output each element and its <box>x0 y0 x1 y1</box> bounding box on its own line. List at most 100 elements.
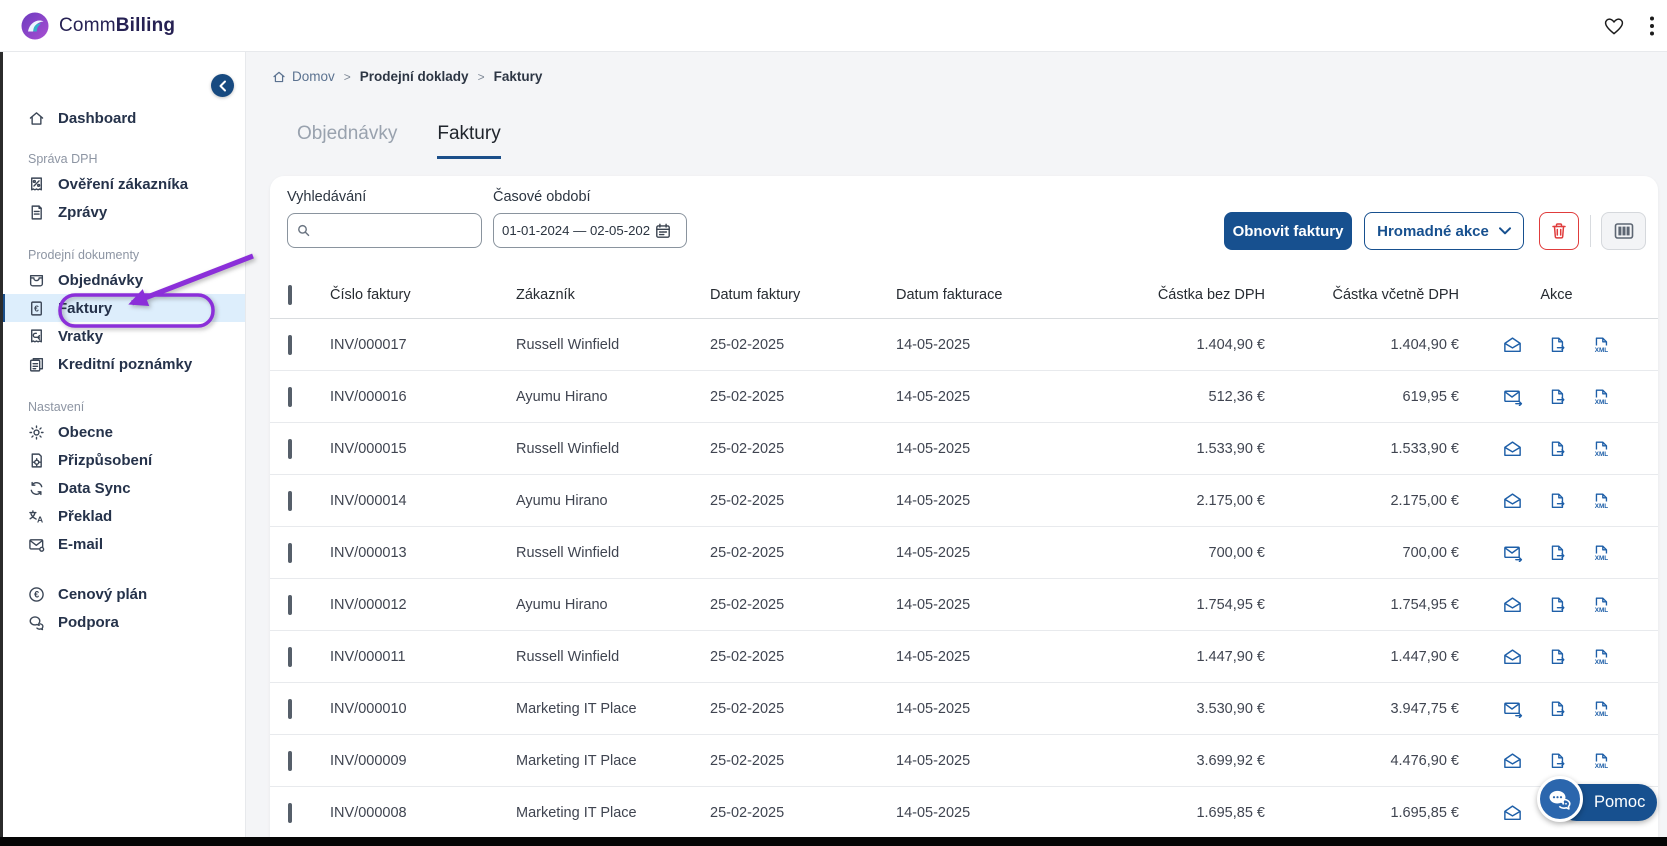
email-opened-icon[interactable] <box>1502 492 1523 510</box>
tab-objednavky[interactable]: Objednávky <box>297 123 397 159</box>
chat-bubbles-icon <box>1547 788 1573 810</box>
columns-settings-button[interactable] <box>1601 212 1646 250</box>
sidebar-item-prizpusobeni[interactable]: Přizpůsobení <box>0 446 245 474</box>
refresh-invoices-button[interactable]: Obnovit faktury <box>1224 212 1352 250</box>
email-send-icon[interactable] <box>1502 388 1523 406</box>
email-opened-icon[interactable] <box>1502 336 1523 354</box>
invoice-customer: Marketing IT Place <box>516 805 710 821</box>
email-opened-icon[interactable] <box>1502 440 1523 458</box>
export-document-icon[interactable] <box>1547 752 1567 770</box>
sidebar-item-data-sync[interactable]: Data Sync <box>0 474 245 502</box>
sidebar-item-cenovy-plan[interactable]: € Cenový plán <box>0 580 245 608</box>
xml-download-icon[interactable]: XML <box>1591 648 1611 666</box>
email-opened-icon[interactable] <box>1502 648 1523 666</box>
column-header-castka-bez-dph[interactable]: Částka bez DPH <box>1082 287 1269 303</box>
sidebar-item-dashboard[interactable]: Dashboard <box>0 104 245 132</box>
invoice-row[interactable]: INV/000017 Russell Winfield 25-02-2025 1… <box>270 319 1658 371</box>
invoice-row[interactable]: INV/000009 Marketing IT Place 25-02-2025… <box>270 735 1658 787</box>
sidebar-item-preklad[interactable]: A Překlad <box>0 502 245 530</box>
kebab-menu-button[interactable] <box>1649 15 1655 37</box>
row-checkbox[interactable] <box>288 335 292 355</box>
brand-wordmark: CommBilling <box>59 15 175 37</box>
tab-faktury[interactable]: Faktury <box>437 123 500 159</box>
xml-download-icon[interactable]: XML <box>1591 752 1611 770</box>
row-checkbox[interactable] <box>288 595 292 615</box>
email-opened-icon[interactable] <box>1502 596 1523 614</box>
column-header-castka-vcetne-dph[interactable]: Částka včetně DPH <box>1269 287 1463 303</box>
invoicing-date: 14-05-2025 <box>896 597 1082 613</box>
export-document-icon[interactable] <box>1547 492 1567 510</box>
xml-download-icon[interactable]: XML <box>1591 492 1611 510</box>
select-all-checkbox[interactable] <box>288 285 292 305</box>
sidebar-item-faktury[interactable]: € Faktury <box>0 294 245 322</box>
bulk-actions-button[interactable]: Hromadné akce <box>1364 212 1524 250</box>
amount-incl-vat: 1.695,85 € <box>1269 805 1463 821</box>
help-chat-button[interactable] <box>1537 776 1583 822</box>
invoice-number: INV/000017 <box>330 337 516 353</box>
row-checkbox[interactable] <box>288 543 292 563</box>
invoice-row[interactable]: INV/000014 Ayumu Hirano 25-02-2025 14-05… <box>270 475 1658 527</box>
column-header-datum-fakturace[interactable]: Datum fakturace <box>896 287 1082 303</box>
delete-button[interactable] <box>1539 212 1579 250</box>
amount-incl-vat: 3.947,75 € <box>1269 701 1463 717</box>
svg-text:A: A <box>37 514 43 524</box>
invoice-row[interactable]: INV/000015 Russell Winfield 25-02-2025 1… <box>270 423 1658 475</box>
breadcrumb-home[interactable]: Domov <box>272 69 335 84</box>
column-header-datum-faktury[interactable]: Datum faktury <box>710 287 896 303</box>
export-document-icon[interactable] <box>1547 700 1567 718</box>
row-checkbox[interactable] <box>288 751 292 771</box>
sidebar-collapse-button[interactable] <box>211 74 234 97</box>
email-send-icon[interactable] <box>1502 700 1523 718</box>
invoice-date: 25-02-2025 <box>710 441 896 457</box>
breadcrumb-prodejni-doklady[interactable]: Prodejní doklady <box>360 69 469 84</box>
invoice-row[interactable]: INV/000010 Marketing IT Place 25-02-2025… <box>270 683 1658 735</box>
email-send-icon[interactable] <box>1502 544 1523 562</box>
amount-incl-vat: 1.404,90 € <box>1269 337 1463 353</box>
brand-logo[interactable]: CommBilling <box>20 11 175 41</box>
xml-download-icon[interactable]: XML <box>1591 544 1611 562</box>
xml-download-icon[interactable]: XML <box>1591 700 1611 718</box>
invoice-row[interactable]: INV/000012 Ayumu Hirano 25-02-2025 14-05… <box>270 579 1658 631</box>
invoice-row[interactable]: INV/000008 Marketing IT Place 25-02-2025… <box>270 787 1658 839</box>
export-document-icon[interactable] <box>1547 440 1567 458</box>
favorites-heart-button[interactable] <box>1603 16 1625 36</box>
sidebar-item-email[interactable]: E-mail <box>0 530 245 558</box>
row-checkbox[interactable] <box>288 647 292 667</box>
invoice-customer: Russell Winfield <box>516 441 710 457</box>
column-header-cislo-faktury[interactable]: Číslo faktury <box>330 287 516 303</box>
sidebar-item-kreditni-poznamky[interactable]: Kreditní poznámky <box>0 350 245 378</box>
invoices-panel: Vyhledávání Časové období 01-01-2024 — 0… <box>270 176 1658 846</box>
export-document-icon[interactable] <box>1547 544 1567 562</box>
search-input[interactable] <box>316 223 472 239</box>
email-opened-icon[interactable] <box>1502 804 1523 822</box>
row-checkbox[interactable] <box>288 491 292 511</box>
row-checkbox[interactable] <box>288 387 292 407</box>
invoices-table: Číslo faktury Zákazník Datum faktury Dat… <box>270 272 1658 839</box>
column-header-zakaznik[interactable]: Zákazník <box>516 287 710 303</box>
export-document-icon[interactable] <box>1547 648 1567 666</box>
sidebar-item-overeni-zakaznika[interactable]: Ověření zákazníka <box>0 170 245 198</box>
sidebar-item-objednavky[interactable]: Objednávky <box>0 266 245 294</box>
xml-download-icon[interactable]: XML <box>1591 388 1611 406</box>
invoice-row[interactable]: INV/000011 Russell Winfield 25-02-2025 1… <box>270 631 1658 683</box>
xml-download-icon[interactable]: XML <box>1591 596 1611 614</box>
sidebar-item-vratky[interactable]: Vratky <box>0 322 245 350</box>
xml-download-icon[interactable]: XML <box>1591 336 1611 354</box>
row-checkbox[interactable] <box>288 699 292 719</box>
invoice-row[interactable]: INV/000013 Russell Winfield 25-02-2025 1… <box>270 527 1658 579</box>
sidebar-item-zpravy[interactable]: Zprávy <box>0 198 245 226</box>
date-range-picker[interactable]: 01-01-2024 — 02-05-202 <box>493 213 687 248</box>
row-checkbox[interactable] <box>288 803 292 823</box>
svg-text:XML: XML <box>1595 658 1609 665</box>
row-checkbox[interactable] <box>288 439 292 459</box>
sidebar-item-obecne[interactable]: Obecne <box>0 418 245 446</box>
export-document-icon[interactable] <box>1547 596 1567 614</box>
xml-download-icon[interactable]: XML <box>1591 440 1611 458</box>
breadcrumb-faktury[interactable]: Faktury <box>494 69 543 84</box>
invoicing-date: 14-05-2025 <box>896 441 1082 457</box>
export-document-icon[interactable] <box>1547 336 1567 354</box>
sidebar-item-podpora[interactable]: Podpora <box>0 608 245 636</box>
invoice-row[interactable]: INV/000016 Ayumu Hirano 25-02-2025 14-05… <box>270 371 1658 423</box>
export-document-icon[interactable] <box>1547 388 1567 406</box>
email-opened-icon[interactable] <box>1502 752 1523 770</box>
